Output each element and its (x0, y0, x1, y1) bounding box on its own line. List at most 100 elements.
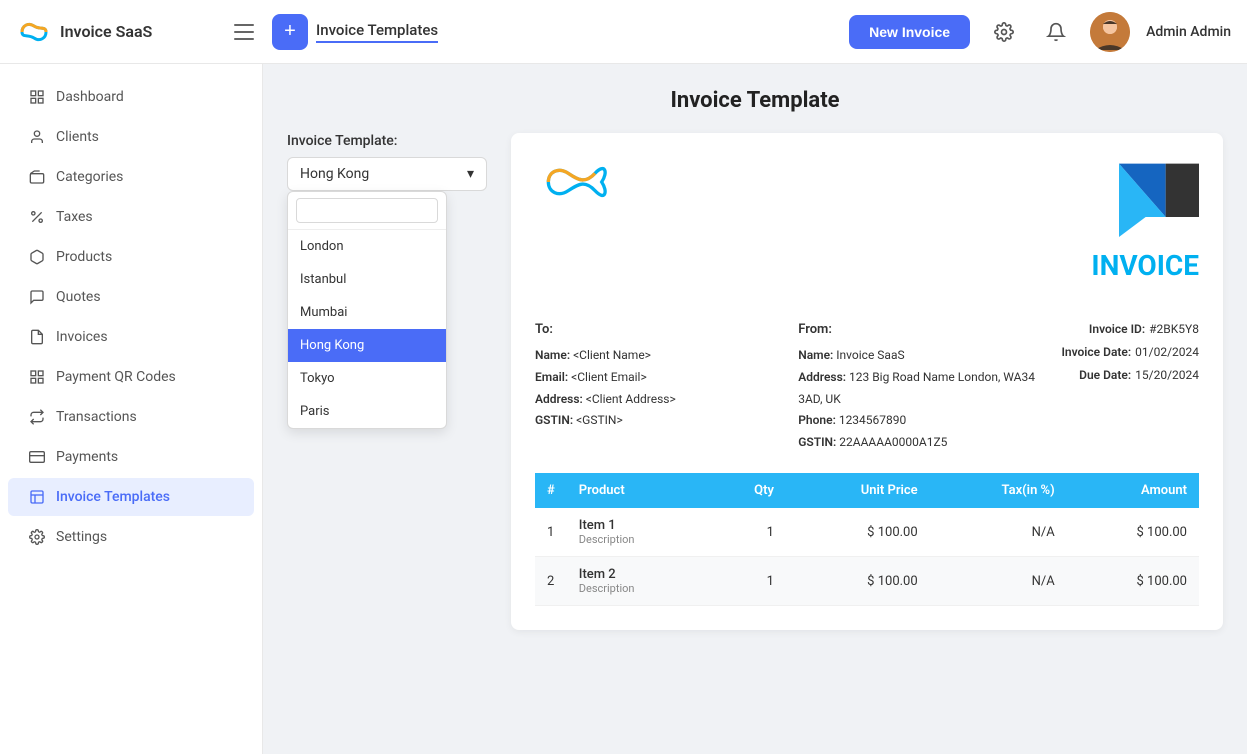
page-title: Invoice Template (287, 88, 1223, 113)
add-button[interactable]: + (272, 14, 308, 50)
settings-icon-button[interactable] (986, 14, 1022, 50)
avatar (1090, 12, 1130, 52)
admin-name: Admin Admin (1146, 24, 1231, 40)
sidebar-label-taxes: Taxes (56, 209, 93, 225)
sidebar-item-quotes[interactable]: Quotes (8, 278, 254, 316)
sidebar-item-invoice-templates[interactable]: Invoice Templates (8, 478, 254, 516)
from-address: Address: 123 Big Road Name London, WA34 … (798, 367, 1061, 410)
row2-num: 2 (535, 557, 567, 606)
sidebar-item-products[interactable]: Products (8, 238, 254, 276)
qr-icon (28, 368, 46, 386)
dropdown-option-london[interactable]: London (288, 230, 446, 263)
to-email: Email: <Client Email> (535, 367, 798, 389)
dropdown-option-istanbul[interactable]: Istanbul (288, 263, 446, 296)
transaction-icon (28, 408, 46, 426)
due-date-value: 15/20/2024 (1135, 364, 1199, 387)
card-icon (28, 448, 46, 466)
tab-label: Invoice Templates (316, 21, 438, 43)
sidebar-item-payment-qr[interactable]: Payment QR Codes (8, 358, 254, 396)
sidebar-item-categories[interactable]: Categories (8, 158, 254, 196)
invoice-header-row: INVOICE (535, 157, 1199, 294)
sidebar-label-invoices: Invoices (56, 329, 108, 345)
notification-button[interactable] (1038, 14, 1074, 50)
brand-logo-svg (1079, 157, 1199, 237)
sidebar-label-quotes: Quotes (56, 289, 101, 305)
invoice-date-row: Invoice Date: 01/02/2024 (1061, 341, 1199, 364)
th-unit-price: Unit Price (786, 473, 930, 508)
row1-product: Item 1 Description (567, 508, 708, 557)
th-amount: Amount (1067, 473, 1199, 508)
dropdown-option-hongkong[interactable]: Hong Kong (288, 329, 446, 362)
sidebar-label-invoice-templates: Invoice Templates (56, 489, 170, 505)
dropdown-value: Hong Kong (300, 166, 369, 182)
sidebar-label-settings: Settings (56, 529, 107, 545)
invoice-id-value: #2BK5Y8 (1149, 318, 1199, 341)
sidebar-item-payments[interactable]: Payments (8, 438, 254, 476)
logo-area: Invoice SaaS (16, 14, 216, 50)
sidebar-item-settings[interactable]: Settings (8, 518, 254, 556)
invoice-title: INVOICE (1079, 249, 1199, 282)
dropdown-option-paris[interactable]: Paris (288, 395, 446, 428)
quote-icon (28, 288, 46, 306)
sidebar-item-taxes[interactable]: Taxes (8, 198, 254, 236)
from-phone: Phone: 1234567890 (798, 410, 1061, 432)
sidebar-label-clients: Clients (56, 129, 99, 145)
from-gstin: GSTIN: 22AAAAA0000A1Z5 (798, 432, 1061, 454)
sidebar-item-invoices[interactable]: Invoices (8, 318, 254, 356)
row2-product: Item 2 Description (567, 557, 708, 606)
new-invoice-button[interactable]: New Invoice (849, 15, 970, 49)
due-date-row: Due Date: 15/20/2024 (1061, 364, 1199, 387)
item2-desc: Description (579, 582, 696, 595)
invoice-from-section: From: Name: Invoice SaaS Address: 123 Bi… (798, 318, 1061, 453)
item1-desc: Description (579, 533, 696, 546)
table-row: 2 Item 2 Description 1 $ 100.00 N/A $ 10… (535, 557, 1199, 606)
dropdown-search-area (288, 192, 446, 230)
tag-icon (28, 168, 46, 186)
content-area: Invoice Template: Hong Kong ▾ London Ist… (287, 133, 1223, 630)
sidebar-label-transactions: Transactions (56, 409, 137, 425)
file-icon (28, 328, 46, 346)
logo-icon (16, 14, 52, 50)
tab-area: + Invoice Templates (272, 14, 837, 50)
template-dropdown-selected[interactable]: Hong Kong ▾ (287, 157, 487, 191)
th-num: # (535, 473, 567, 508)
dropdown-option-mumbai[interactable]: Mumbai (288, 296, 446, 329)
row1-tax: N/A (930, 508, 1067, 557)
app-name: Invoice SaaS (60, 22, 152, 41)
invoice-table: # Product Qty Unit Price Tax(in %) Amoun… (535, 473, 1199, 606)
left-panel: Invoice Template: Hong Kong ▾ London Ist… (287, 133, 487, 630)
row2-qty: 1 (708, 557, 786, 606)
th-product: Product (567, 473, 708, 508)
row1-amount: $ 100.00 (1067, 508, 1199, 557)
topbar: Invoice SaaS + Invoice Templates New Inv… (0, 0, 1247, 64)
user-icon (28, 128, 46, 146)
invoice-date-value: 01/02/2024 (1135, 341, 1199, 364)
dropdown-search-input[interactable] (296, 198, 438, 223)
invoice-brand-block: INVOICE (1079, 157, 1199, 294)
row1-qty: 1 (708, 508, 786, 557)
hamburger-button[interactable] (228, 16, 260, 48)
sidebar-item-transactions[interactable]: Transactions (8, 398, 254, 436)
item1-name: Item 1 (579, 518, 696, 533)
sidebar-label-payments: Payments (56, 449, 118, 465)
dropdown-option-tokyo[interactable]: Tokyo (288, 362, 446, 395)
to-address: Address: <Client Address> (535, 389, 798, 411)
from-name: Name: Invoice SaaS (798, 345, 1061, 367)
grid-icon (28, 88, 46, 106)
template-icon (28, 488, 46, 506)
sidebar-item-clients[interactable]: Clients (8, 118, 254, 156)
row2-tax: N/A (930, 557, 1067, 606)
infinity-logo-svg (535, 157, 615, 207)
row2-price: $ 100.00 (786, 557, 930, 606)
th-qty: Qty (708, 473, 786, 508)
to-label: To: (535, 318, 798, 341)
sidebar-label-dashboard: Dashboard (56, 89, 124, 105)
invoice-meta: To: Name: <Client Name> Email: <Client E… (535, 318, 1199, 453)
layout: Dashboard Clients Categories (0, 64, 1247, 754)
settings-icon (28, 528, 46, 546)
invoice-ids-section: Invoice ID: #2BK5Y8 Invoice Date: 01/02/… (1061, 318, 1199, 453)
sidebar-item-dashboard[interactable]: Dashboard (8, 78, 254, 116)
invoice-company-logo (535, 157, 615, 211)
box-icon (28, 248, 46, 266)
bell-icon (1046, 22, 1066, 42)
